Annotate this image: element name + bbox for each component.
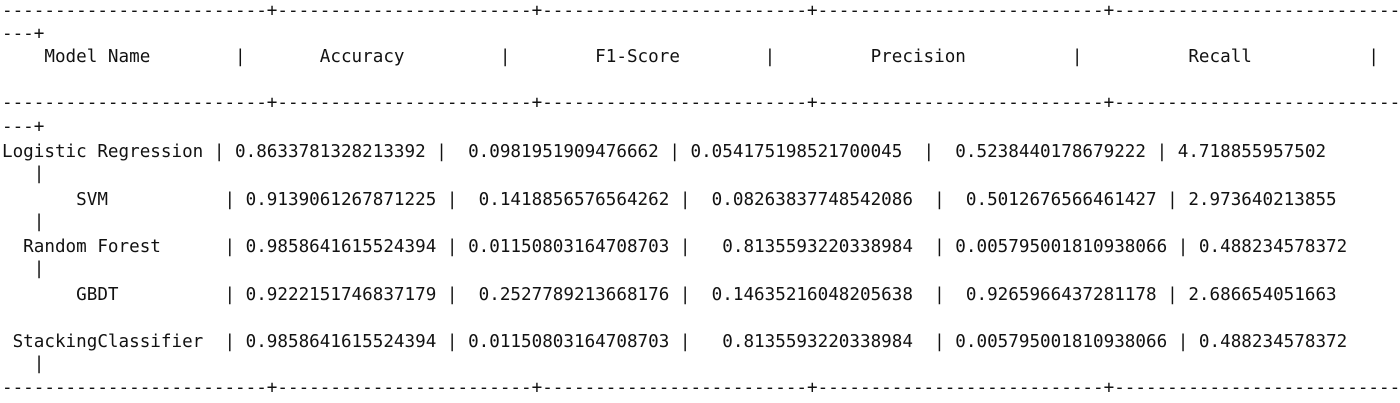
table-row-random-forest: Random Forest | 0.9858641615524394 | 0.0…: [2, 237, 1348, 257]
table-row-logistic-regression: Logistic Regression | 0.8633781328213392…: [2, 142, 1327, 162]
table-row-wrap: |: [2, 164, 45, 184]
table-row-gbdt: GBDT | 0.9222151746837179 | 0.2527789213…: [2, 285, 1337, 305]
table-header-row: Model Name | Accuracy | F1-Score | Preci…: [2, 47, 1400, 67]
table-row-stacking-classifier: StackingClassifier | 0.9858641615524394 …: [2, 332, 1348, 352]
table-row-wrap: |: [2, 212, 45, 232]
table-row-svm: SVM | 0.9139061267871225 | 0.14188565765…: [2, 190, 1337, 210]
table-separator: -------------------------+--------------…: [2, 93, 1400, 113]
table-row-wrap: |: [2, 354, 45, 374]
table-border-bottom: -------------------------+--------------…: [2, 378, 1400, 398]
table-row-wrap: |: [2, 259, 45, 279]
table-separator-wrap: ---+: [2, 117, 45, 137]
console-output: -------------------------+--------------…: [2, 1, 1400, 403]
table-border-top: -------------------------+--------------…: [2, 1, 1400, 21]
table-border-wrap: ---+: [2, 24, 45, 44]
